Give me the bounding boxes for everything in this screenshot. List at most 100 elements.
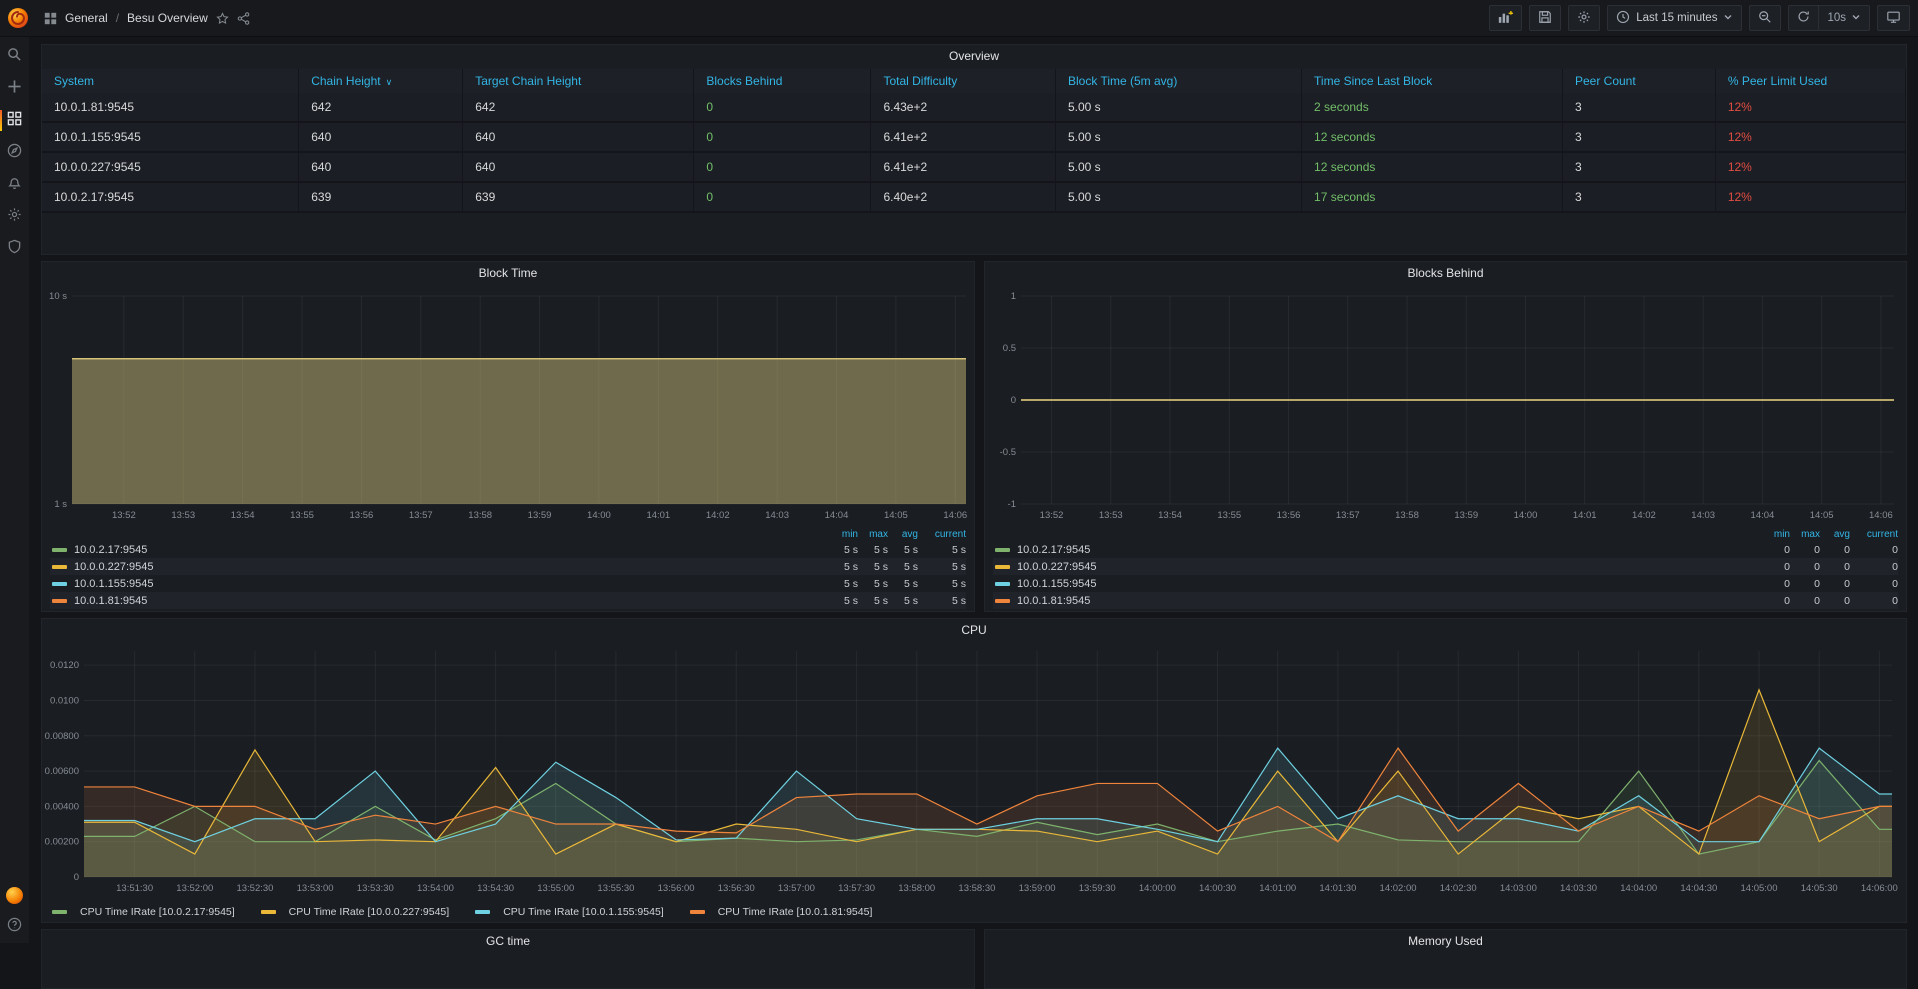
column-header-system[interactable]: System	[42, 69, 299, 93]
sidebar-item-server-admin[interactable]	[0, 240, 29, 257]
cycle-view-mode-button[interactable]	[1877, 5, 1910, 31]
column-header-blocks_behind[interactable]: Blocks Behind	[694, 69, 871, 93]
legend-stat-max[interactable]: max	[858, 528, 888, 541]
clock-icon	[1616, 10, 1630, 27]
refresh-button[interactable]	[1789, 6, 1818, 30]
panel-title-overview[interactable]: Overview	[42, 49, 1906, 63]
legend-stat-avg[interactable]: avg	[1820, 528, 1850, 541]
svg-text:13:52:30: 13:52:30	[236, 883, 273, 894]
refresh-interval-dropdown[interactable]: 10s	[1818, 6, 1869, 30]
column-header-time_since[interactable]: Time Since Last Block	[1302, 69, 1563, 93]
sidebar-item-search[interactable]	[0, 48, 29, 65]
add-panel-button[interactable]	[1489, 5, 1522, 31]
panel-title-blocks-behind[interactable]: Blocks Behind	[985, 266, 1906, 280]
svg-text:14:02:30: 14:02:30	[1440, 883, 1477, 894]
legend-stat-value: 0	[1790, 578, 1820, 590]
legend-stat-value: 0	[1756, 561, 1790, 573]
sidebar-item-configuration[interactable]	[0, 208, 29, 225]
legend-stats-header: minmaxavgcurrent	[993, 528, 1898, 541]
svg-text:13:58:30: 13:58:30	[958, 883, 995, 894]
sidebar-item-explore[interactable]	[0, 144, 29, 161]
svg-text:14:05:00: 14:05:00	[1741, 883, 1778, 894]
legend-row: 10.0.1.155:95450000	[993, 575, 1898, 592]
star-icon[interactable]	[216, 12, 229, 25]
cell-peer_limit: 12%	[1716, 153, 1906, 181]
series-color-swatch[interactable]	[52, 565, 67, 569]
legend-stat-current[interactable]: current	[918, 528, 966, 541]
series-color-swatch[interactable]	[995, 582, 1010, 586]
series-color-swatch[interactable]	[995, 565, 1010, 569]
legend-stat-min[interactable]: min	[824, 528, 858, 541]
legend-stat-value: 5 s	[858, 544, 888, 556]
legend-series-name[interactable]: 10.0.1.81:9545	[74, 595, 824, 607]
legend-series-name[interactable]: 10.0.2.17:9545	[74, 544, 824, 556]
legend-series-name[interactable]: 10.0.0.227:9545	[74, 561, 824, 573]
legend-item[interactable]: CPU Time IRate [10.0.0.227:9545]	[261, 906, 450, 918]
legend-row: 10.0.1.81:95455 s5 s5 s5 s	[50, 592, 966, 609]
legend-item[interactable]: CPU Time IRate [10.0.1.81:9545]	[690, 906, 873, 918]
legend-series-name[interactable]: 10.0.1.81:9545	[1017, 595, 1756, 607]
column-header-block_time[interactable]: Block Time (5m avg)	[1056, 69, 1302, 93]
svg-text:13:57:30: 13:57:30	[838, 883, 875, 894]
svg-text:14:00: 14:00	[1514, 510, 1538, 521]
cell-chain_height: 640	[299, 123, 463, 151]
legend-item[interactable]: CPU Time IRate [10.0.1.155:9545]	[475, 906, 664, 918]
cell-time_since: 17 seconds	[1302, 183, 1563, 211]
legend-stat-min[interactable]: min	[1756, 528, 1790, 541]
svg-text:14:01:30: 14:01:30	[1319, 883, 1356, 894]
monitor-icon	[1886, 10, 1901, 27]
legend-stat-value: 0	[1790, 595, 1820, 607]
series-color-swatch[interactable]	[995, 599, 1010, 603]
series-color-swatch[interactable]	[52, 599, 67, 603]
svg-text:13:56:00: 13:56:00	[658, 883, 695, 894]
legend-stat-value: 5 s	[858, 578, 888, 590]
blocks_behind-chart-plot[interactable]: 13:5213:5313:5413:5513:5613:5713:5813:59…	[985, 288, 1906, 528]
legend-stat-current[interactable]: current	[1850, 528, 1898, 541]
legend-stat-value: 0	[1756, 595, 1790, 607]
column-header-chain_height[interactable]: Chain Height∨	[299, 69, 463, 93]
legend-stat-max[interactable]: max	[1790, 528, 1820, 541]
panel-title-memory-used[interactable]: Memory Used	[985, 934, 1906, 948]
svg-text:13:56: 13:56	[350, 510, 374, 521]
panel-memory-used: Memory Used	[984, 929, 1907, 989]
panel-title-cpu[interactable]: CPU	[42, 623, 1906, 637]
legend-stat-avg[interactable]: avg	[888, 528, 918, 541]
series-color-swatch[interactable]	[995, 548, 1010, 552]
user-avatar[interactable]	[6, 887, 23, 904]
zoom-out-button[interactable]	[1749, 5, 1781, 31]
panel-title-block-time[interactable]: Block Time	[42, 266, 974, 280]
sidebar-item-create[interactable]	[0, 80, 29, 97]
svg-text:14:06:00: 14:06:00	[1861, 883, 1898, 894]
sidebar-item-help[interactable]	[0, 918, 29, 935]
dashboard-settings-button[interactable]	[1568, 5, 1600, 31]
grafana-logo[interactable]	[5, 5, 31, 31]
cell-target_chain_height: 640	[463, 153, 694, 181]
share-icon[interactable]	[237, 12, 250, 25]
legend-series-name[interactable]: 10.0.0.227:9545	[1017, 561, 1756, 573]
svg-text:14:04: 14:04	[1751, 510, 1775, 521]
column-header-peer_count[interactable]: Peer Count	[1563, 69, 1716, 93]
panel-title-gc-time[interactable]: GC time	[42, 934, 974, 948]
column-header-target_chain_height[interactable]: Target Chain Height	[463, 69, 694, 93]
breadcrumb-folder[interactable]: General	[65, 11, 108, 25]
sidebar-item-alerting[interactable]	[0, 176, 29, 193]
sidebar-item-dashboards[interactable]	[0, 112, 29, 129]
save-dashboard-button[interactable]	[1529, 5, 1561, 31]
legend-series-name[interactable]: 10.0.2.17:9545	[1017, 544, 1756, 556]
column-header-total_difficulty[interactable]: Total Difficulty	[871, 69, 1056, 93]
svg-text:13:53:30: 13:53:30	[357, 883, 394, 894]
time-range-picker[interactable]: Last 15 minutes	[1607, 5, 1742, 31]
series-color-swatch[interactable]	[52, 582, 67, 586]
block_time-chart-plot[interactable]: 13:5213:5313:5413:5513:5613:5713:5813:59…	[42, 288, 974, 528]
legend-series-name[interactable]: 10.0.1.155:9545	[1017, 578, 1756, 590]
cpu-chart-plot[interactable]: 13:51:3013:52:0013:52:3013:53:0013:53:30…	[42, 641, 1906, 903]
series-color-swatch[interactable]	[52, 548, 67, 552]
column-header-peer_limit[interactable]: % Peer Limit Used	[1716, 69, 1906, 93]
legend-item[interactable]: CPU Time IRate [10.0.2.17:9545]	[52, 906, 235, 918]
panel-cpu: CPU 13:51:3013:52:0013:52:3013:53:0013:5…	[41, 618, 1907, 923]
legend-series-name[interactable]: 10.0.1.155:9545	[74, 578, 824, 590]
table-header-row: SystemChain Height∨Target Chain HeightBl…	[42, 69, 1906, 93]
breadcrumb-dashboard-title[interactable]: Besu Overview	[127, 11, 208, 25]
svg-text:13:55:30: 13:55:30	[597, 883, 634, 894]
svg-text:14:01:00: 14:01:00	[1259, 883, 1296, 894]
